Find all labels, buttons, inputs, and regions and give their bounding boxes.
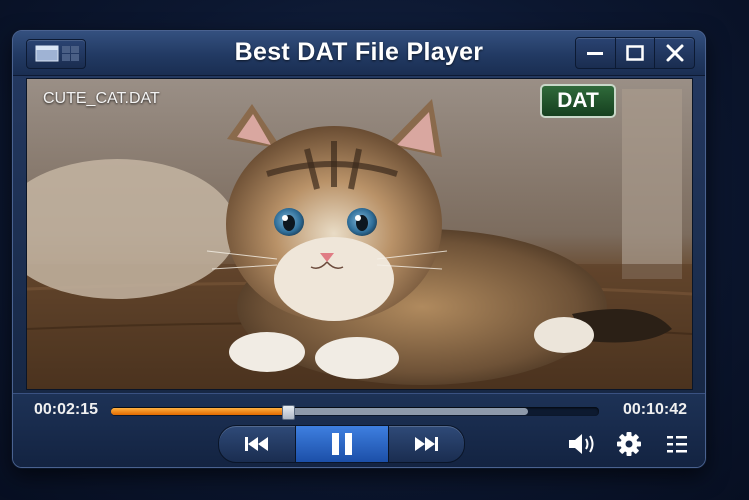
skip-forward-icon	[415, 437, 439, 451]
format-badge: DAT	[540, 84, 616, 118]
previous-button[interactable]	[219, 426, 295, 462]
seek-bar[interactable]	[111, 405, 599, 420]
control-bar: 00:02:15 00:10:42	[13, 393, 705, 467]
minimize-icon	[587, 52, 604, 55]
pause-button[interactable]	[294, 426, 389, 462]
seek-progress	[111, 408, 287, 415]
transport-controls	[218, 425, 465, 463]
volume-icon	[569, 434, 594, 454]
seek-thumb[interactable]	[281, 405, 295, 420]
close-icon	[666, 44, 684, 62]
minimize-button[interactable]	[576, 38, 616, 68]
pause-icon	[331, 433, 352, 455]
volume-button[interactable]	[567, 431, 595, 457]
player-window: Best DAT File Player CUTE_CAT.DAT DAT 00…	[12, 30, 706, 468]
skip-back-icon	[244, 437, 268, 451]
video-filename: CUTE_CAT.DAT	[43, 90, 160, 107]
maximize-icon	[626, 45, 644, 61]
gear-icon	[617, 432, 641, 456]
settings-button[interactable]	[615, 431, 643, 457]
playlist-icon	[667, 436, 687, 453]
current-time: 00:02:15	[34, 401, 99, 418]
close-button[interactable]	[655, 38, 694, 68]
right-controls	[567, 431, 691, 457]
maximize-button[interactable]	[616, 38, 656, 68]
video-frame-image	[27, 79, 692, 389]
video-area[interactable]: CUTE_CAT.DAT DAT	[26, 78, 693, 390]
title-bar: Best DAT File Player	[13, 31, 705, 76]
window-controls	[575, 37, 695, 69]
next-button[interactable]	[389, 426, 465, 462]
playlist-button[interactable]	[663, 431, 691, 457]
total-time: 00:10:42	[622, 401, 687, 418]
